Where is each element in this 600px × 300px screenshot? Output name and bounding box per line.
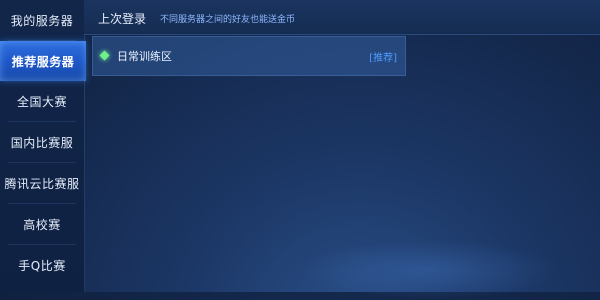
server-category-sidebar: 我的服务器 推荐服务器 全国大赛 国内比赛服 腾讯云比赛服 高校赛 手Q比赛 xyxy=(0,0,86,292)
sidebar-item-tencent-cloud-match-server[interactable]: 腾讯云比赛服 xyxy=(0,163,84,203)
sidebar-item-national-contest[interactable]: 全国大赛 xyxy=(0,81,84,121)
sidebar-item-label: 腾讯云比赛服 xyxy=(4,176,80,191)
sidebar-item-mobile-qq-match[interactable]: 手Q比赛 xyxy=(0,245,84,285)
sidebar-item-label: 推荐服务器 xyxy=(11,54,75,69)
recommended-tag: [推荐] xyxy=(369,53,397,64)
sidebar-item-label: 高校赛 xyxy=(23,217,61,232)
server-list-item[interactable]: 日常训练区 [推荐] xyxy=(92,36,406,76)
green-diamond-icon xyxy=(99,50,110,61)
sidebar-item-label: 全国大赛 xyxy=(16,94,67,109)
background-glow xyxy=(300,240,560,300)
sidebar-item-label: 国内比赛服 xyxy=(10,135,74,150)
last-login-title: 上次登录 xyxy=(98,12,147,26)
gift-gold-hint: 不同服务器之间的好友也能送金币 xyxy=(160,15,296,25)
header-bar: 上次登录 不同服务器之间的好友也能送金币 xyxy=(84,0,600,35)
server-name: 日常训练区 xyxy=(117,50,172,63)
sidebar-item-label: 手Q比赛 xyxy=(18,258,66,273)
sidebar-item-my-servers[interactable]: 我的服务器 xyxy=(0,0,84,40)
sidebar-item-recommended-servers[interactable]: 推荐服务器 xyxy=(0,41,86,81)
sidebar-item-domestic-match-server[interactable]: 国内比赛服 xyxy=(0,122,84,162)
sidebar-item-college-contest[interactable]: 高校赛 xyxy=(0,204,84,244)
sidebar-item-label: 我的服务器 xyxy=(10,13,74,28)
